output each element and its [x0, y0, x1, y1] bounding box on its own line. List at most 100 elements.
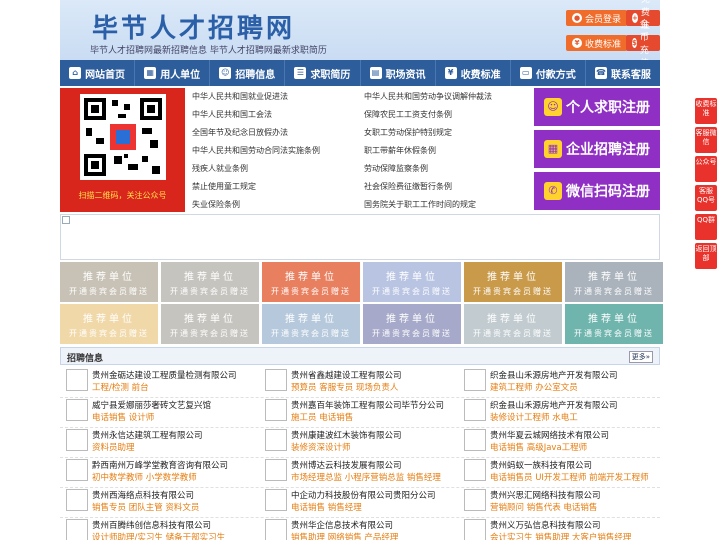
job-positions[interactable]: 会计实习生 销售助理 大客户销售经理: [490, 531, 631, 540]
law-link[interactable]: 失业保险条例: [192, 199, 240, 210]
job-positions[interactable]: 电话销售 设计师: [92, 411, 154, 423]
jobseeker-register-button[interactable]: ☺ 个人求职注册: [534, 88, 660, 126]
site-title[interactable]: 毕节人才招聘网: [92, 8, 295, 45]
float-pricing[interactable]: 收费标准: [695, 98, 717, 124]
company-logo[interactable]: [464, 369, 486, 391]
company-name[interactable]: 贵州西海络点科技有限公司: [92, 489, 194, 501]
job-listing[interactable]: 贵州金砺达建设工程质量检测有限公司 工程/检测 前台: [60, 368, 256, 396]
job-listing[interactable]: 贵州蚂蚁一族科技有限公司 电话销售员 UI开发工程师 前端开发工程师: [458, 458, 654, 486]
company-name[interactable]: 贵州华企信息技术有限公司: [291, 519, 393, 531]
job-positions[interactable]: 装修设计工程师 水电工: [490, 411, 578, 423]
company-name[interactable]: 贵州蚂蚁一族科技有限公司: [490, 459, 592, 471]
law-link[interactable]: 保障农民工工资支付条例: [364, 109, 452, 120]
recommended-company-tile[interactable]: 推荐单位 开通贵宾会员赠送: [60, 262, 158, 302]
company-logo[interactable]: [265, 369, 287, 391]
ad-banner[interactable]: [60, 214, 660, 260]
job-listing[interactable]: 贵州永信达建筑工程有限公司 资料员助理: [60, 428, 256, 456]
recommended-company-tile[interactable]: 推荐单位 开通贵宾会员赠送: [161, 304, 259, 344]
company-name[interactable]: 贵州康建波红木装饰有限公司: [291, 429, 402, 441]
company-logo[interactable]: [66, 519, 88, 540]
company-logo[interactable]: [66, 399, 88, 421]
float-official-account[interactable]: 公众号: [695, 156, 717, 182]
job-listing[interactable]: 织金县山禾源房地产开发有限公司 装修设计工程师 水电工: [458, 398, 654, 426]
company-name[interactable]: 威宁县爱娜丽莎奢砖文艺复兴馆: [92, 399, 211, 411]
company-logo[interactable]: [66, 369, 88, 391]
job-positions[interactable]: 建筑工程师 办公室文员: [490, 381, 578, 393]
company-logo[interactable]: [66, 489, 88, 511]
pricing-button[interactable]: ¥ 收费标准: [566, 35, 628, 51]
job-positions[interactable]: 预算员 客服专员 现场负责人: [291, 381, 398, 393]
float-qq[interactable]: 客服QQ号: [695, 185, 717, 211]
law-link[interactable]: 国务院关于职工工作时间的规定: [364, 199, 476, 210]
company-name[interactable]: 贵州金砺达建设工程质量检测有限公司: [92, 369, 237, 381]
nav-jobs[interactable]: ☺ 招聘信息: [210, 60, 286, 86]
nav-employers[interactable]: ▦ 用人单位: [135, 60, 211, 86]
company-logo[interactable]: [265, 489, 287, 511]
law-link[interactable]: 残疾人就业条例: [192, 163, 248, 174]
job-listing[interactable]: 贵州康建波红木装饰有限公司 装修资深设计师: [259, 428, 455, 456]
law-link[interactable]: 中华人民共和国工会法: [192, 109, 272, 120]
login-button[interactable]: ● 会员登录: [566, 10, 628, 26]
company-logo[interactable]: [66, 429, 88, 451]
company-logo[interactable]: [66, 459, 88, 481]
job-positions[interactable]: 初中数学教师 小学数学教师: [92, 471, 197, 483]
job-positions[interactable]: 销售专员 团队主管 资料文员: [92, 501, 199, 513]
float-qq-group[interactable]: QQ群: [695, 214, 717, 240]
law-link[interactable]: 全国年节及纪念日放假办法: [192, 127, 288, 138]
job-listing[interactable]: 贵州百腾纬创信息科技有限公司 设计师助理/实习生 储备干部实习生: [60, 518, 256, 540]
job-positions[interactable]: 电话销售员 UI开发工程师 前端开发工程师: [490, 471, 649, 483]
recommended-company-tile[interactable]: 推荐单位 开通贵宾会员赠送: [363, 262, 461, 302]
company-logo[interactable]: [464, 399, 486, 421]
job-positions[interactable]: 电话销售 销售经理: [291, 501, 362, 513]
nav-pricing[interactable]: ¥ 收费标准: [436, 60, 511, 86]
recommended-company-tile[interactable]: 推荐单位 开通贵宾会员赠送: [161, 262, 259, 302]
job-positions[interactable]: 装修资深设计师: [291, 441, 351, 453]
job-listing[interactable]: 贵州华企信息技术有限公司 销售助理 网络销售 产品经理: [259, 518, 455, 540]
law-link[interactable]: 女职工劳动保护特别规定: [364, 127, 452, 138]
job-listing[interactable]: 黔西南州万峰学堂教育咨询有限公司 初中数学教师 小学数学教师: [60, 458, 256, 486]
company-logo[interactable]: [464, 519, 486, 540]
recommended-company-tile[interactable]: 推荐单位 开通贵宾会员赠送: [60, 304, 158, 344]
recommended-company-tile[interactable]: 推荐单位 开通贵宾会员赠送: [464, 262, 562, 302]
company-logo[interactable]: [464, 459, 486, 481]
company-name[interactable]: 中企动力科技股份有限公司贵阳分公司: [291, 489, 436, 501]
job-positions[interactable]: 营销顾问 销售代表 电话销售: [490, 501, 597, 513]
law-link[interactable]: 劳动保障监察条例: [364, 163, 428, 174]
job-listing[interactable]: 贵州华夏云城网络技术有限公司 电话销售 高级Java工程师: [458, 428, 654, 456]
job-listing[interactable]: 织金县山禾源房地产开发有限公司 建筑工程师 办公室文员: [458, 368, 654, 396]
law-link[interactable]: 中华人民共和国劳动合同法实施条例: [192, 145, 320, 156]
company-logo[interactable]: [464, 429, 486, 451]
law-link[interactable]: 社会保险费征缴暂行条例: [364, 181, 452, 192]
company-logo[interactable]: [265, 429, 287, 451]
recharge-button[interactable]: $金币充值: [626, 20, 661, 69]
wechat-register-button[interactable]: ✆ 微信扫码注册: [534, 172, 660, 210]
recommended-company-tile[interactable]: 推荐单位 开通贵宾会员赠送: [565, 262, 663, 302]
company-logo[interactable]: [265, 459, 287, 481]
recommended-company-tile[interactable]: 推荐单位 开通贵宾会员赠送: [262, 304, 360, 344]
job-positions[interactable]: 资料员助理: [92, 441, 135, 453]
company-name[interactable]: 贵州兴思汇网络科技有限公司: [490, 489, 601, 501]
job-listing[interactable]: 贵州嘉百年装饰工程有限公司毕节分公司 施工员 电话销售: [259, 398, 455, 426]
recommended-company-tile[interactable]: 推荐单位 开通贵宾会员赠送: [363, 304, 461, 344]
nav-payment[interactable]: ▭ 付款方式: [511, 60, 586, 86]
company-name[interactable]: 织金县山禾源房地产开发有限公司: [490, 369, 618, 381]
recommended-company-tile[interactable]: 推荐单位 开通贵宾会员赠送: [565, 304, 663, 344]
law-link[interactable]: 禁止使用童工规定: [192, 181, 256, 192]
company-name[interactable]: 贵州省鑫越建设工程有限公司: [291, 369, 402, 381]
company-name[interactable]: 贵州义万弘信息科技有限公司: [490, 519, 601, 531]
job-positions[interactable]: 市场经理总监 小程序营销总监 销售经理: [291, 471, 441, 483]
company-register-button[interactable]: ▦ 企业招聘注册: [534, 130, 660, 168]
nav-home[interactable]: ⌂ 网站首页: [60, 60, 136, 86]
nav-news[interactable]: ▤ 职场资讯: [361, 60, 436, 86]
law-link[interactable]: 中华人民共和国就业促进法: [192, 91, 288, 102]
recommended-company-tile[interactable]: 推荐单位 开通贵宾会员赠送: [262, 262, 360, 302]
job-listing[interactable]: 中企动力科技股份有限公司贵阳分公司 电话销售 销售经理: [259, 488, 455, 516]
company-name[interactable]: 贵州百腾纬创信息科技有限公司: [92, 519, 211, 531]
company-name[interactable]: 贵州永信达建筑工程有限公司: [92, 429, 203, 441]
company-logo[interactable]: [265, 399, 287, 421]
job-positions[interactable]: 电话销售 高级Java工程师: [490, 441, 587, 453]
job-positions[interactable]: 销售助理 网络销售 产品经理: [291, 531, 398, 540]
more-link[interactable]: 更多»: [628, 351, 653, 363]
company-name[interactable]: 贵州华夏云城网络技术有限公司: [490, 429, 609, 441]
recommended-company-tile[interactable]: 推荐单位 开通贵宾会员赠送: [464, 304, 562, 344]
